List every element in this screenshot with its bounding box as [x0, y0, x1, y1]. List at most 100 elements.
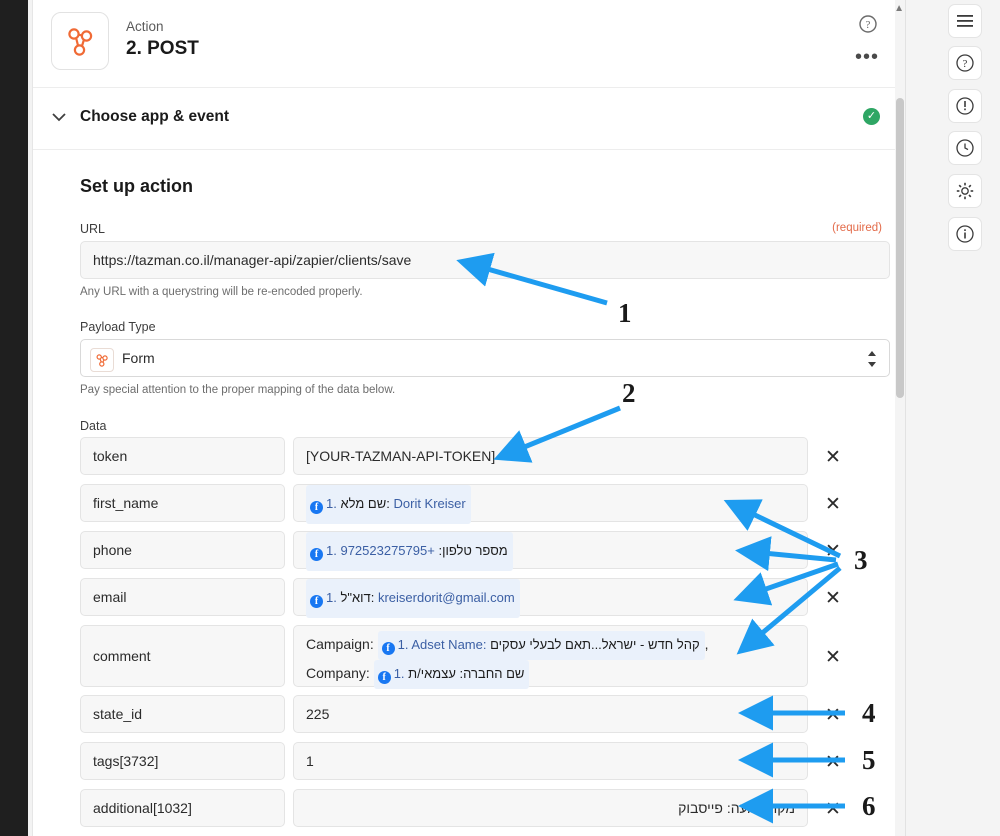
alert-circle-icon[interactable]	[948, 89, 982, 123]
chip-value: Dorit Kreiser	[394, 496, 466, 511]
status-badge-complete: ✓	[863, 108, 880, 125]
annotation-marker-5: 5	[862, 745, 876, 776]
data-row-token: token [YOUR-TAZMAN-API-TOKEN] ✕	[80, 437, 890, 475]
data-label: Data	[80, 419, 106, 433]
card-scrollbar-track[interactable]: ▲	[895, 0, 905, 836]
url-helper-text: Any URL with a querystring will be re-en…	[80, 286, 363, 298]
data-row-state-id: state_id 225 ✕	[80, 695, 890, 733]
scroll-up-arrow-icon[interactable]: ▲	[894, 3, 904, 14]
svg-text:?: ?	[866, 19, 871, 31]
comment-line1-suffix: ,	[705, 636, 709, 652]
chip-field: שם החברה:	[460, 666, 525, 681]
url-input[interactable]: https://tazman.co.il/manager-api/zapier/…	[80, 241, 890, 279]
facebook-icon: f	[310, 595, 323, 608]
annotation-marker-1: 1	[618, 298, 632, 329]
facebook-icon: f	[378, 671, 391, 684]
facebook-icon: f	[382, 642, 395, 655]
menu-icon[interactable]	[948, 4, 982, 38]
history-clock-icon[interactable]	[948, 131, 982, 165]
help-circle-icon[interactable]: ?	[948, 46, 982, 80]
chip-index: 1.	[326, 590, 337, 605]
data-value-email[interactable]: f1. דוא"ל: kreiserdorit@gmail.com	[293, 578, 808, 616]
chip-value: +972523275795	[340, 543, 434, 558]
remove-row-email-button[interactable]: ✕	[822, 587, 844, 610]
data-value-token[interactable]: [YOUR-TAZMAN-API-TOKEN]	[293, 437, 808, 475]
left-dark-gutter	[0, 0, 28, 836]
chip-value: קהל חדש - ישראל...תאם לבעלי עסקים	[490, 637, 700, 652]
action-card: Action 2. POST ? ••• Choose app & event …	[32, 0, 906, 836]
action-header: Action 2. POST ? •••	[33, 0, 905, 88]
svg-text:?: ?	[963, 58, 968, 70]
token-chip[interactable]: f1. שם מלא: Dorit Kreiser	[306, 485, 471, 524]
remove-row-first-name-button[interactable]: ✕	[822, 493, 844, 516]
annotation-marker-3: 3	[854, 545, 868, 576]
action-title: 2. POST	[126, 38, 199, 60]
data-row-email: email f1. דוא"ל: kreiserdorit@gmail.com …	[80, 578, 890, 616]
remove-row-tags-button[interactable]: ✕	[822, 751, 844, 774]
ellipsis-icon[interactable]: •••	[855, 50, 879, 64]
info-circle-icon[interactable]	[948, 217, 982, 251]
token-chip[interactable]: f1. מספר טלפון: +972523275795	[306, 532, 513, 571]
choose-app-and-event-label: Choose app & event	[80, 108, 229, 126]
data-key-first-name[interactable]: first_name	[80, 484, 285, 522]
chip-index: 1.	[326, 496, 337, 511]
choose-app-and-event-row[interactable]: Choose app & event ✓	[33, 88, 905, 150]
chip-field: דוא"ל:	[340, 590, 374, 605]
payload-type-value: Form	[122, 350, 155, 366]
data-key-additional[interactable]: additional[1032]	[80, 789, 285, 827]
data-row-additional: additional[1032] מקור הגעה: פייסבוק ✕	[80, 789, 890, 827]
chip-index: 1.	[326, 543, 337, 558]
remove-row-additional-button[interactable]: ✕	[822, 798, 844, 821]
card-scrollbar-thumb[interactable]	[896, 98, 904, 398]
remove-row-phone-button[interactable]: ✕	[822, 540, 844, 563]
data-value-state-id[interactable]: 225	[293, 695, 808, 733]
data-row-first-name: first_name f1. שם מלא: Dorit Kreiser ✕	[80, 484, 890, 522]
form-type-icon	[90, 348, 114, 372]
data-value-phone[interactable]: f1. מספר טלפון: +972523275795	[293, 531, 808, 569]
data-key-email[interactable]: email	[80, 578, 285, 616]
remove-row-token-button[interactable]: ✕	[822, 446, 844, 469]
data-key-phone[interactable]: phone	[80, 531, 285, 569]
token-chip[interactable]: f1. דוא"ל: kreiserdorit@gmail.com	[306, 579, 520, 618]
token-chip[interactable]: f1. Adset Name: קהל חדש - ישראל...תאם לב…	[378, 631, 705, 660]
facebook-icon: f	[310, 501, 323, 514]
data-row-tags: tags[3732] 1 ✕	[80, 742, 890, 780]
data-value-first-name[interactable]: f1. שם מלא: Dorit Kreiser	[293, 484, 808, 522]
comment-line2-prefix: Company:	[306, 665, 370, 681]
annotation-marker-6: 6	[862, 791, 876, 822]
chip-field: שם מלא:	[340, 496, 389, 511]
data-value-additional[interactable]: מקור הגעה: פייסבוק	[293, 789, 808, 827]
chevron-down-icon[interactable]	[50, 108, 68, 126]
data-key-tags[interactable]: tags[3732]	[80, 742, 285, 780]
select-stepper-arrows-icon[interactable]	[867, 350, 877, 369]
data-row-comment: comment Campaign: f1. Adset Name: קהל חד…	[80, 625, 890, 687]
url-label: URL	[80, 222, 105, 236]
url-required-tag: (required)	[832, 222, 882, 234]
payload-type-select[interactable]: Form	[80, 339, 890, 377]
token-chip[interactable]: f1. שם החברה: עצמאי/ת	[374, 660, 530, 689]
data-value-tags[interactable]: 1	[293, 742, 808, 780]
annotation-marker-2: 2	[622, 378, 636, 409]
data-key-state-id[interactable]: state_id	[80, 695, 285, 733]
annotation-marker-4: 4	[862, 698, 876, 729]
chip-value: עצמאי/ת	[408, 666, 456, 681]
data-value-comment[interactable]: Campaign: f1. Adset Name: קהל חדש - ישרא…	[293, 625, 808, 687]
question-circle-icon[interactable]: ?	[859, 15, 877, 33]
payload-type-helper-text: Pay special attention to the proper mapp…	[80, 384, 395, 396]
remove-row-comment-button[interactable]: ✕	[822, 646, 844, 669]
app-root: Action 2. POST ? ••• Choose app & event …	[0, 0, 1000, 836]
webhooks-app-icon	[51, 12, 109, 70]
set-up-action-title: Set up action	[80, 176, 193, 197]
remove-row-state-id-button[interactable]: ✕	[822, 704, 844, 727]
gear-icon[interactable]	[948, 174, 982, 208]
chip-value: kreiserdorit@gmail.com	[378, 590, 515, 605]
payload-type-label: Payload Type	[80, 320, 156, 334]
right-sidebar: ?	[905, 0, 1000, 836]
chip-field: מספר טלפון:	[438, 543, 507, 558]
data-key-comment[interactable]: comment	[80, 625, 285, 687]
action-kicker: Action	[126, 19, 164, 34]
data-key-token[interactable]: token	[80, 437, 285, 475]
chip-index: 1.	[394, 666, 405, 681]
data-row-phone: phone f1. מספר טלפון: +972523275795 ✕	[80, 531, 890, 569]
facebook-icon: f	[310, 548, 323, 561]
